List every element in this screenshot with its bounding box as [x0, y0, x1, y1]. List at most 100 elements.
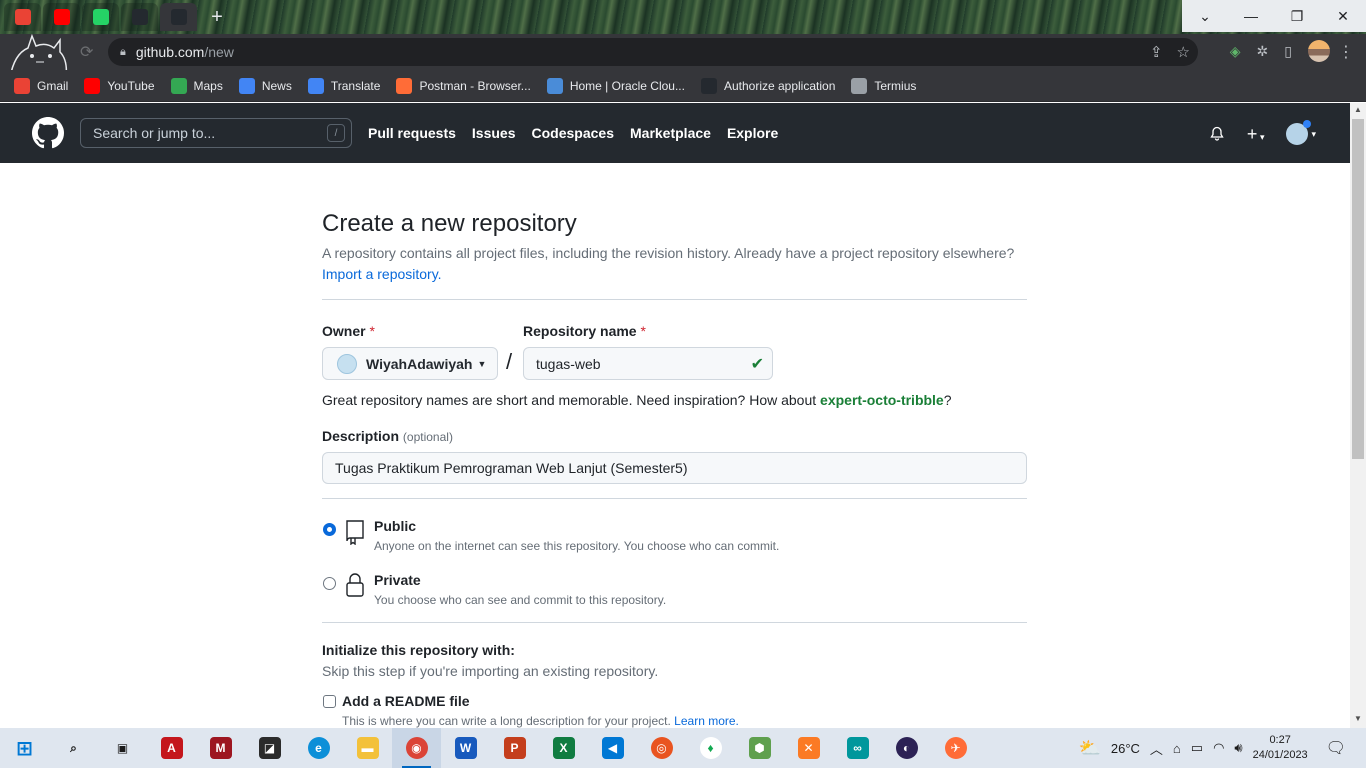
readme-label[interactable]: Add a README file: [342, 693, 470, 709]
bookmark-label: Postman - Browser...: [419, 78, 531, 93]
caret-down-icon: ▼: [477, 358, 487, 369]
scroll-up-icon[interactable]: ▲: [1354, 105, 1362, 114]
url-text: github.com/new: [135, 44, 234, 60]
share-icon[interactable]: ⇪: [1150, 43, 1163, 61]
volume-icon[interactable]: 🔊︎: [1234, 740, 1242, 756]
restore-button[interactable]: ❐: [1274, 0, 1320, 32]
weather-temp[interactable]: 26°C: [1111, 741, 1140, 756]
taskbar-app[interactable]: ▣: [98, 728, 147, 768]
taskbar-app[interactable]: M: [196, 728, 245, 768]
browser-tab[interactable]: [160, 3, 197, 31]
taskbar-app[interactable]: ◉: [392, 728, 441, 768]
divider: [322, 498, 1027, 499]
clock[interactable]: 0:27 24/01/2023: [1253, 733, 1308, 763]
import-repository-link[interactable]: Import a repository.: [322, 266, 442, 282]
omnibox-actions: ⇪ ☆: [1150, 38, 1190, 66]
nav-pull-requests[interactable]: Pull requests: [368, 125, 456, 141]
taskbar-app[interactable]: ✕: [784, 728, 833, 768]
repository-name-input[interactable]: tugas-web ✔: [523, 347, 773, 380]
github-logo-icon[interactable]: [32, 117, 64, 149]
github-search-input[interactable]: Search or jump to... /: [80, 118, 352, 148]
address-bar[interactable]: 🔒︎ github.com/new ⇪ ☆: [108, 38, 1198, 66]
taskbar-app[interactable]: e: [294, 728, 343, 768]
nav-issues[interactable]: Issues: [472, 125, 516, 141]
repo-name-value: tugas-web: [536, 355, 601, 372]
taskbar-app[interactable]: P: [490, 728, 539, 768]
bookmark-item[interactable]: YouTube: [84, 77, 155, 94]
scrollbar-thumb[interactable]: [1352, 119, 1364, 459]
page-scrollbar[interactable]: ▲ ▼: [1350, 103, 1366, 728]
reload-icon[interactable]: ⟳: [80, 42, 93, 62]
suggested-name-link[interactable]: expert-octo-tribble: [820, 392, 944, 408]
github-icon: [170, 9, 187, 25]
taskbar-app[interactable]: ▬: [343, 728, 392, 768]
taskbar-app[interactable]: ✈: [931, 728, 980, 768]
powerpoint-icon: P: [503, 737, 526, 759]
bookmark-item[interactable]: Translate: [307, 77, 381, 94]
readme-checkbox[interactable]: [323, 695, 336, 708]
search-shortcut-badge: /: [327, 124, 345, 142]
excel-icon: X: [552, 737, 575, 759]
public-radio[interactable]: [323, 523, 336, 536]
window-controls: ⌄ — ❐ ✕: [1182, 0, 1366, 32]
github-nav: Pull requests Issues Codespaces Marketpl…: [368, 125, 778, 141]
clock-time: 0:27: [1269, 734, 1291, 746]
nodejs-icon: ⬢: [748, 737, 771, 759]
bookmark-label: Termius: [874, 78, 917, 93]
extension-icon[interactable]: ◈: [1230, 43, 1241, 60]
taskbar-app[interactable]: ♦: [686, 728, 735, 768]
learn-more-link[interactable]: Learn more.: [674, 714, 739, 728]
taskbar-app[interactable]: ◎: [637, 728, 686, 768]
bookmark-item[interactable]: Gmail: [14, 77, 68, 94]
page-title: Create a new repository: [322, 210, 577, 237]
description-input[interactable]: Tugas Praktikum Pemrograman Web Lanjut (…: [322, 452, 1027, 484]
create-new-plus-icon[interactable]: + ▾: [1247, 124, 1265, 145]
bookmark-item[interactable]: Termius: [851, 77, 917, 94]
bookmark-label: Translate: [330, 78, 381, 93]
browser-tab[interactable]: [4, 3, 41, 31]
bookmark-item[interactable]: News: [238, 77, 292, 94]
network-icon[interactable]: ⌂: [1173, 741, 1181, 756]
close-window-button[interactable]: ✕: [1320, 0, 1366, 32]
tab-search-icon[interactable]: ⌄: [1182, 0, 1228, 32]
private-radio[interactable]: [323, 577, 336, 590]
taskbar-app[interactable]: A: [147, 728, 196, 768]
browser-tab[interactable]: [121, 3, 158, 31]
notification-icon[interactable]: 🗨︎: [1326, 738, 1346, 758]
taskbar-app[interactable]: W: [441, 728, 490, 768]
chrome-menu-icon[interactable]: ⋮: [1338, 42, 1354, 62]
chevron-up-icon[interactable]: ︿: [1150, 739, 1163, 758]
browser-tab[interactable]: [82, 3, 119, 31]
taskbar-app[interactable]: ◐: [882, 728, 931, 768]
scroll-down-icon[interactable]: ▼: [1354, 714, 1362, 723]
bookmark-item[interactable]: Home | Oracle Clou...: [546, 77, 685, 94]
nav-codespaces[interactable]: Codespaces: [532, 125, 614, 141]
weather-icon[interactable]: ⛅: [1078, 738, 1100, 759]
taskbar-app[interactable]: ◪: [245, 728, 294, 768]
bookmark-label: Maps: [193, 78, 223, 93]
taskbar-app[interactable]: ⌕: [49, 728, 98, 768]
taskbar-app[interactable]: ⬢: [735, 728, 784, 768]
taskbar-app[interactable]: ∞: [833, 728, 882, 768]
user-menu[interactable]: ▾: [1286, 120, 1316, 145]
taskbar-app[interactable]: ◀: [588, 728, 637, 768]
taskbar-app[interactable]: X: [539, 728, 588, 768]
profile-avatar[interactable]: [1308, 40, 1330, 62]
new-tab-button[interactable]: +: [203, 3, 231, 31]
bookmark-item[interactable]: Authorize application: [700, 77, 835, 94]
side-panel-icon[interactable]: ▯: [1284, 43, 1292, 60]
bookmark-item[interactable]: Maps: [170, 77, 223, 94]
bookmark-item[interactable]: Postman - Browser...: [396, 77, 531, 94]
extensions-puzzle-icon[interactable]: ✲: [1257, 43, 1269, 60]
browser-tab[interactable]: [43, 3, 80, 31]
nav-marketplace[interactable]: Marketplace: [630, 125, 711, 141]
battery-icon[interactable]: ▭: [1191, 740, 1203, 756]
wifi-icon[interactable]: ◠: [1213, 740, 1224, 756]
github-icon: [700, 77, 717, 94]
taskbar-app[interactable]: ⊞: [0, 728, 49, 768]
bookmark-star-icon[interactable]: ☆: [1177, 43, 1190, 61]
bell-icon[interactable]: [1209, 126, 1225, 142]
minimize-button[interactable]: —: [1228, 0, 1274, 32]
owner-select[interactable]: WiyahAdawiyah ▼: [322, 347, 498, 380]
nav-explore[interactable]: Explore: [727, 125, 778, 141]
